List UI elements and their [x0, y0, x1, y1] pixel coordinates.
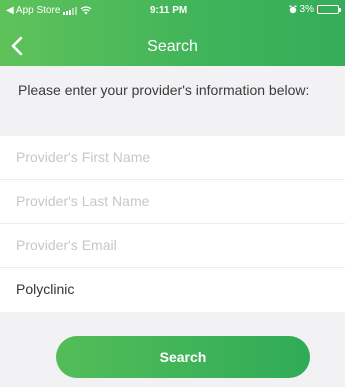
- last-name-input[interactable]: [16, 180, 336, 222]
- wifi-icon: [80, 6, 92, 15]
- page-title: Search: [147, 38, 198, 55]
- first-name-input[interactable]: [16, 136, 336, 178]
- last-name-row: [0, 180, 345, 224]
- clinic-input[interactable]: [16, 268, 336, 310]
- app-store-back-link[interactable]: ◀ App Store: [6, 5, 60, 16]
- email-input[interactable]: [16, 224, 336, 266]
- status-time: 9:11 PM: [150, 5, 188, 16]
- navigation-bar: Search: [0, 26, 345, 66]
- app-header: ◀ App Store 9:11 PM 3% Search: [0, 0, 345, 66]
- instructions-text: Please enter your provider's information…: [18, 82, 310, 98]
- battery-level: [319, 7, 320, 12]
- signal-icon: [63, 6, 78, 15]
- first-name-row: [0, 136, 345, 180]
- status-right: 3%: [289, 4, 341, 15]
- email-row: [0, 224, 345, 268]
- provider-form: [0, 136, 345, 312]
- status-left: ◀ App Store: [6, 5, 92, 16]
- alarm-icon: [289, 5, 297, 14]
- battery-icon: [317, 5, 341, 14]
- battery-percent: 3%: [299, 4, 314, 15]
- clinic-row: [0, 268, 345, 312]
- search-button[interactable]: Search: [56, 336, 310, 378]
- status-bar: ◀ App Store 9:11 PM 3%: [0, 0, 345, 22]
